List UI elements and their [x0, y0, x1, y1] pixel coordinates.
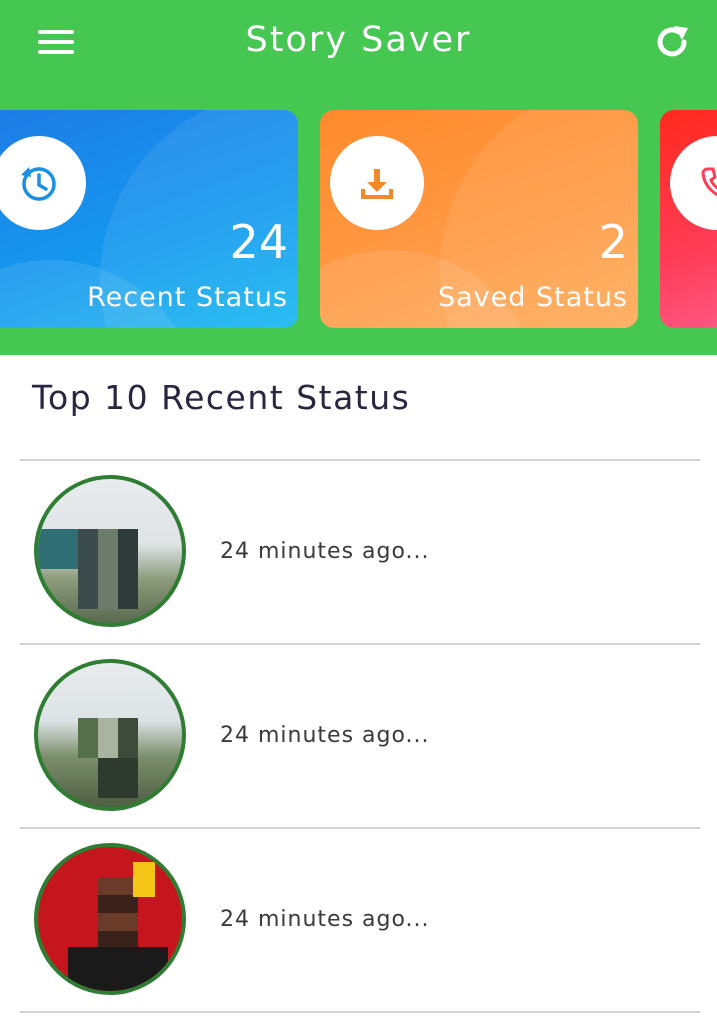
blurred-pixel-block [68, 947, 168, 991]
download-icon [361, 169, 393, 199]
status-time: 24 minutes ago... [220, 907, 430, 932]
status-row[interactable]: 24 minutes ago... [0, 646, 717, 826]
section-title: Top 10 Recent Status [32, 378, 411, 417]
divider [20, 459, 700, 461]
status-time: 24 minutes ago... [220, 723, 430, 748]
blurred-pixel-block [78, 718, 138, 758]
app-bar: Story Saver [0, 0, 717, 86]
refresh-button[interactable] [652, 22, 692, 62]
summary-cards: 24 Recent Status 2 Saved Status [0, 110, 717, 328]
status-time: 24 minutes ago... [220, 539, 430, 564]
blurred-pixel-block [98, 758, 138, 798]
recent-status-card[interactable]: 24 Recent Status [0, 110, 298, 328]
clock-history-icon [21, 167, 56, 201]
blurred-pixel-block [38, 529, 78, 569]
status-row[interactable]: 24 minutes ago... [0, 462, 717, 642]
divider [20, 1011, 700, 1013]
status-thumbnail [34, 475, 186, 627]
third-card[interactable] [660, 110, 717, 328]
app-title: Story Saver [245, 20, 472, 60]
saved-icon-badge [330, 136, 424, 230]
status-thumbnail [34, 843, 186, 995]
recent-icon-badge [0, 136, 86, 230]
header-area: Story Saver 24 Recent Status 2 Saved Sta… [0, 0, 717, 355]
recent-status-count: 24 [229, 215, 288, 269]
blurred-pixel-block [78, 529, 138, 609]
saved-status-count: 2 [598, 215, 628, 269]
blurred-pixel-block [133, 862, 155, 897]
saved-status-label: Saved Status [437, 282, 628, 313]
saved-status-card[interactable]: 2 Saved Status [320, 110, 638, 328]
recent-status-label: Recent Status [87, 282, 288, 313]
status-row[interactable]: 24 minutes ago... [0, 830, 717, 1010]
phone-icon [701, 167, 717, 197]
divider [20, 643, 700, 645]
divider [20, 827, 700, 829]
refresh-icon [657, 26, 688, 57]
third-icon-badge [670, 136, 717, 230]
status-thumbnail [34, 659, 186, 811]
